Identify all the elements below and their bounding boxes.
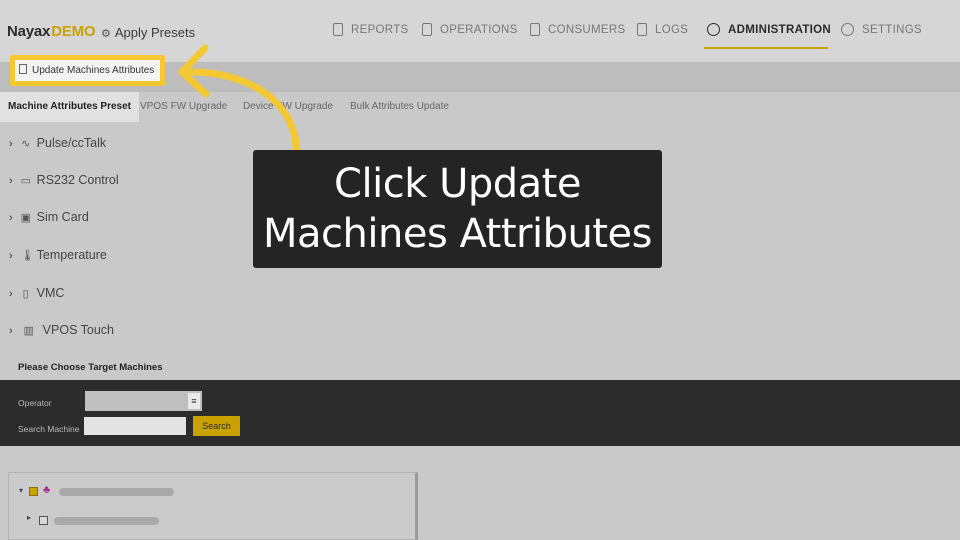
callout-line-1: Click Update bbox=[334, 161, 581, 207]
instruction-callout: Click Update Machines Attributes bbox=[253, 150, 662, 268]
callout-line-2: Machines Attributes bbox=[263, 211, 652, 257]
pointer-arrow bbox=[178, 44, 300, 160]
